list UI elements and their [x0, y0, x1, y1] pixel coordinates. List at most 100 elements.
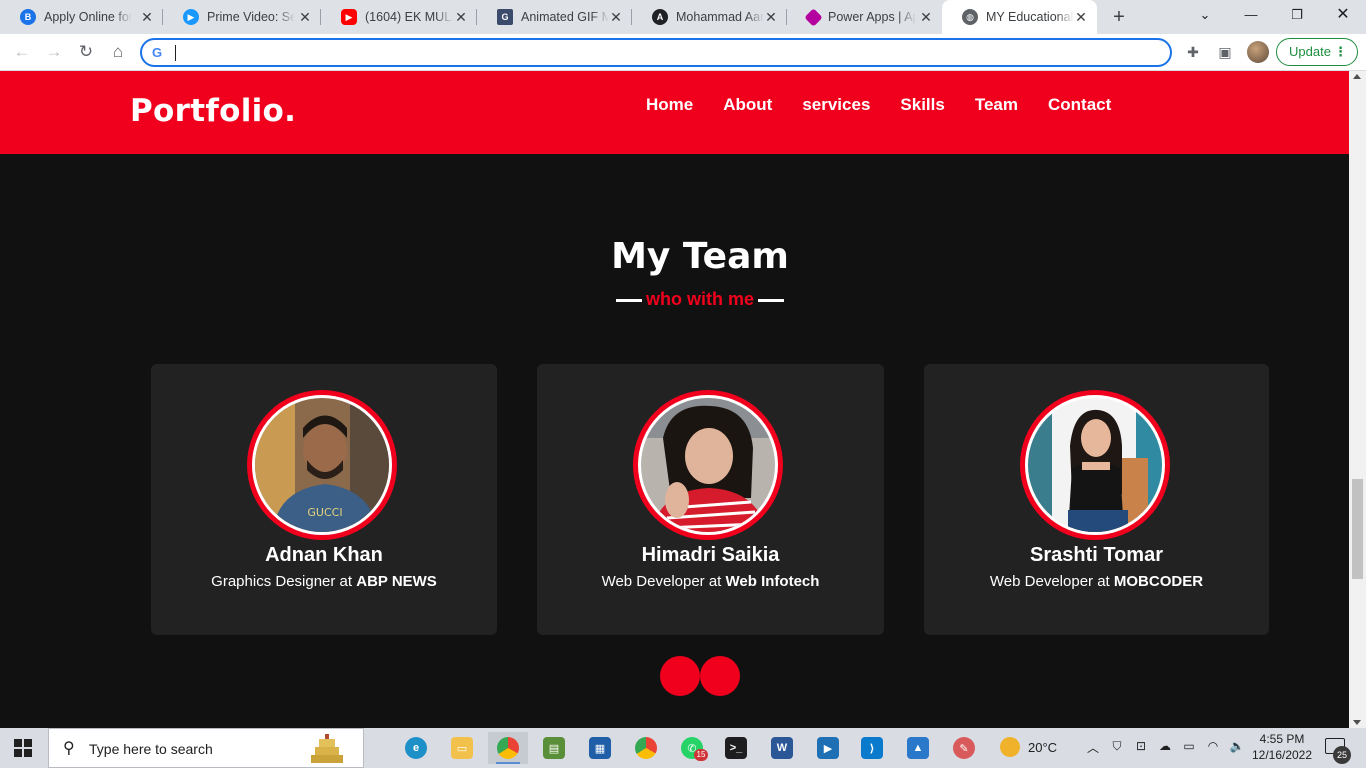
- profile-avatar[interactable]: [1247, 41, 1269, 63]
- close-tab-icon[interactable]: ✕: [297, 9, 313, 25]
- team-card: GUCCI Adnan Khan Graphics Designer at AB…: [151, 364, 497, 635]
- globe-icon: ◍: [962, 9, 978, 25]
- member-company: MOBCODER: [1113, 573, 1204, 590]
- address-bar[interactable]: G: [140, 38, 1172, 67]
- close-tab-icon[interactable]: ✕: [453, 9, 469, 25]
- more-menu-icon[interactable]: ⋮: [1334, 39, 1347, 65]
- member-role-text: Graphics Designer at: [211, 573, 357, 590]
- taskbar-terminal-icon[interactable]: >_: [716, 732, 756, 764]
- nav-link-skills[interactable]: Skills: [900, 95, 944, 115]
- close-tab-icon[interactable]: ✕: [1073, 9, 1089, 25]
- tray-onedrive-cloud-icon[interactable]: ☁: [1155, 739, 1175, 753]
- text-cursor: [175, 45, 176, 61]
- windows-taskbar: ⚲ Type here to search e ▭ ▤ ▦ ✆ 15 >_ W ▶…: [0, 728, 1366, 768]
- tab-search-chevron-icon[interactable]: ⌄: [1182, 0, 1228, 30]
- member-photo: GUCCI: [247, 390, 397, 540]
- youtube-icon: ▶: [341, 9, 357, 25]
- close-tab-icon[interactable]: ✕: [763, 9, 779, 25]
- taskbar-photos-icon[interactable]: ▲: [898, 732, 938, 764]
- browser-tab[interactable]: B Apply Online for ✕: [0, 0, 163, 34]
- address-input[interactable]: [180, 42, 1140, 63]
- update-button[interactable]: Update ⋮: [1276, 38, 1358, 66]
- page-scrollbar[interactable]: [1349, 71, 1366, 728]
- tab-title: Prime Video: Sear: [207, 10, 295, 24]
- home-icon[interactable]: ⌂: [106, 40, 130, 64]
- taskbar-search-box[interactable]: ⚲ Type here to search: [48, 728, 364, 768]
- tray-overflow-chevron-icon[interactable]: ︿: [1083, 739, 1103, 756]
- team-card: Srashti Tomar Web Developer at MOBCODER: [924, 364, 1269, 635]
- minimize-icon[interactable]: —: [1228, 0, 1274, 30]
- weather-sun-icon: [1000, 737, 1020, 757]
- close-window-icon[interactable]: ✕: [1320, 0, 1366, 30]
- back-arrow-icon[interactable]: ←: [10, 40, 34, 64]
- subtitle-line-left: [616, 298, 642, 302]
- taskbar-chrome-icon[interactable]: [488, 732, 528, 764]
- close-tab-icon[interactable]: ✕: [139, 9, 155, 25]
- whatsapp-badge: 15: [694, 749, 708, 761]
- tab-title: MY Educational J: [986, 10, 1074, 24]
- taskbar-calculator-icon[interactable]: ▦: [580, 732, 620, 764]
- weather-widget[interactable]: 20°C: [1000, 737, 1057, 757]
- scroll-up-arrow-icon[interactable]: [1353, 74, 1361, 79]
- member-role: Web Developer at MOBCODER: [924, 573, 1269, 590]
- carousel-dot[interactable]: [660, 656, 700, 696]
- close-tab-icon[interactable]: ✕: [608, 9, 624, 25]
- member-photo: [633, 390, 783, 540]
- browser-tab-strip: B Apply Online for ✕ ▶ Prime Video: Sear…: [0, 0, 1366, 34]
- tray-meet-now-icon[interactable]: ⊡: [1131, 739, 1151, 753]
- scroll-down-arrow-icon[interactable]: [1353, 720, 1361, 725]
- scrollbar-thumb[interactable]: [1352, 479, 1363, 579]
- nav-link-contact[interactable]: Contact: [1048, 95, 1111, 115]
- taskbar-whatsapp-icon[interactable]: ✆ 15: [672, 732, 712, 764]
- tray-volume-icon[interactable]: 🔈: [1227, 739, 1247, 753]
- site-logo[interactable]: Portfolio.: [130, 93, 296, 129]
- browser-tab[interactable]: ▶ Prime Video: Sear ✕: [163, 0, 321, 34]
- extensions-puzzle-icon[interactable]: ✚: [1183, 42, 1203, 62]
- carousel-dot-active[interactable]: [700, 656, 740, 696]
- tray-security-shield-icon[interactable]: ⛉: [1107, 739, 1127, 754]
- taskbar-gif-tool-icon[interactable]: ▤: [534, 732, 574, 764]
- svg-text:GUCCI: GUCCI: [307, 506, 342, 519]
- taskbar-edge-icon[interactable]: e: [396, 732, 436, 764]
- play-circle-icon: ▶: [183, 9, 199, 25]
- taskbar-clock[interactable]: 4:55 PM 12/16/2022: [1250, 731, 1314, 763]
- member-company: Web Infotech: [725, 573, 820, 590]
- nav-link-team[interactable]: Team: [975, 95, 1018, 115]
- portrait-illustration: GUCCI: [255, 398, 389, 532]
- browser-tab[interactable]: Power Apps | App ✕: [787, 0, 942, 34]
- update-label: Update: [1289, 44, 1331, 59]
- taskbar-video-editor-icon[interactable]: ▶: [808, 732, 848, 764]
- member-photo-image: [641, 398, 775, 532]
- reload-icon[interactable]: ↻: [74, 40, 98, 64]
- clock-time: 4:55 PM: [1259, 732, 1305, 746]
- browser-tab-active[interactable]: ◍ MY Educational J ✕: [942, 0, 1097, 34]
- windows-start-icon[interactable]: [14, 739, 32, 757]
- taskbar-word-icon[interactable]: W: [762, 732, 802, 764]
- tray-battery-icon[interactable]: ▭: [1179, 739, 1199, 753]
- browser-tab[interactable]: ▶ (1604) EK MULAQ ✕: [321, 0, 477, 34]
- restore-icon[interactable]: ❐: [1274, 0, 1320, 30]
- subtitle-line-right: [758, 298, 784, 302]
- gif-maker-icon: G: [497, 9, 513, 25]
- close-tab-icon[interactable]: ✕: [918, 9, 934, 25]
- clock-date: 12/16/2022: [1251, 748, 1313, 762]
- new-tab-icon[interactable]: +: [1108, 6, 1130, 28]
- taskbar-paint-icon[interactable]: ✎: [944, 732, 984, 764]
- nav-link-about[interactable]: About: [723, 95, 772, 115]
- side-panel-icon[interactable]: ▣: [1215, 42, 1235, 62]
- nav-link-home[interactable]: Home: [646, 95, 693, 115]
- taskbar-chrome-profile-icon[interactable]: [626, 732, 666, 764]
- tray-wifi-icon[interactable]: ◠: [1203, 739, 1223, 753]
- search-icon: ⚲: [63, 740, 75, 757]
- taskbar-vscode-icon[interactable]: ⟩: [852, 732, 892, 764]
- forward-arrow-icon[interactable]: →: [42, 40, 66, 64]
- browser-tab[interactable]: G Animated GIF Ma ✕: [477, 0, 632, 34]
- google-g-icon: G: [152, 45, 163, 60]
- taskbar-file-explorer-icon[interactable]: ▭: [442, 732, 482, 764]
- page-viewport: Portfolio. Home About services Skills Te…: [0, 71, 1349, 728]
- power-apps-icon: [804, 7, 823, 27]
- nav-link-services[interactable]: services: [802, 95, 870, 115]
- tab-title: Mohammad Aam: [676, 10, 764, 24]
- browser-tab[interactable]: A Mohammad Aam ✕: [632, 0, 787, 34]
- search-placeholder: Type here to search: [89, 741, 213, 757]
